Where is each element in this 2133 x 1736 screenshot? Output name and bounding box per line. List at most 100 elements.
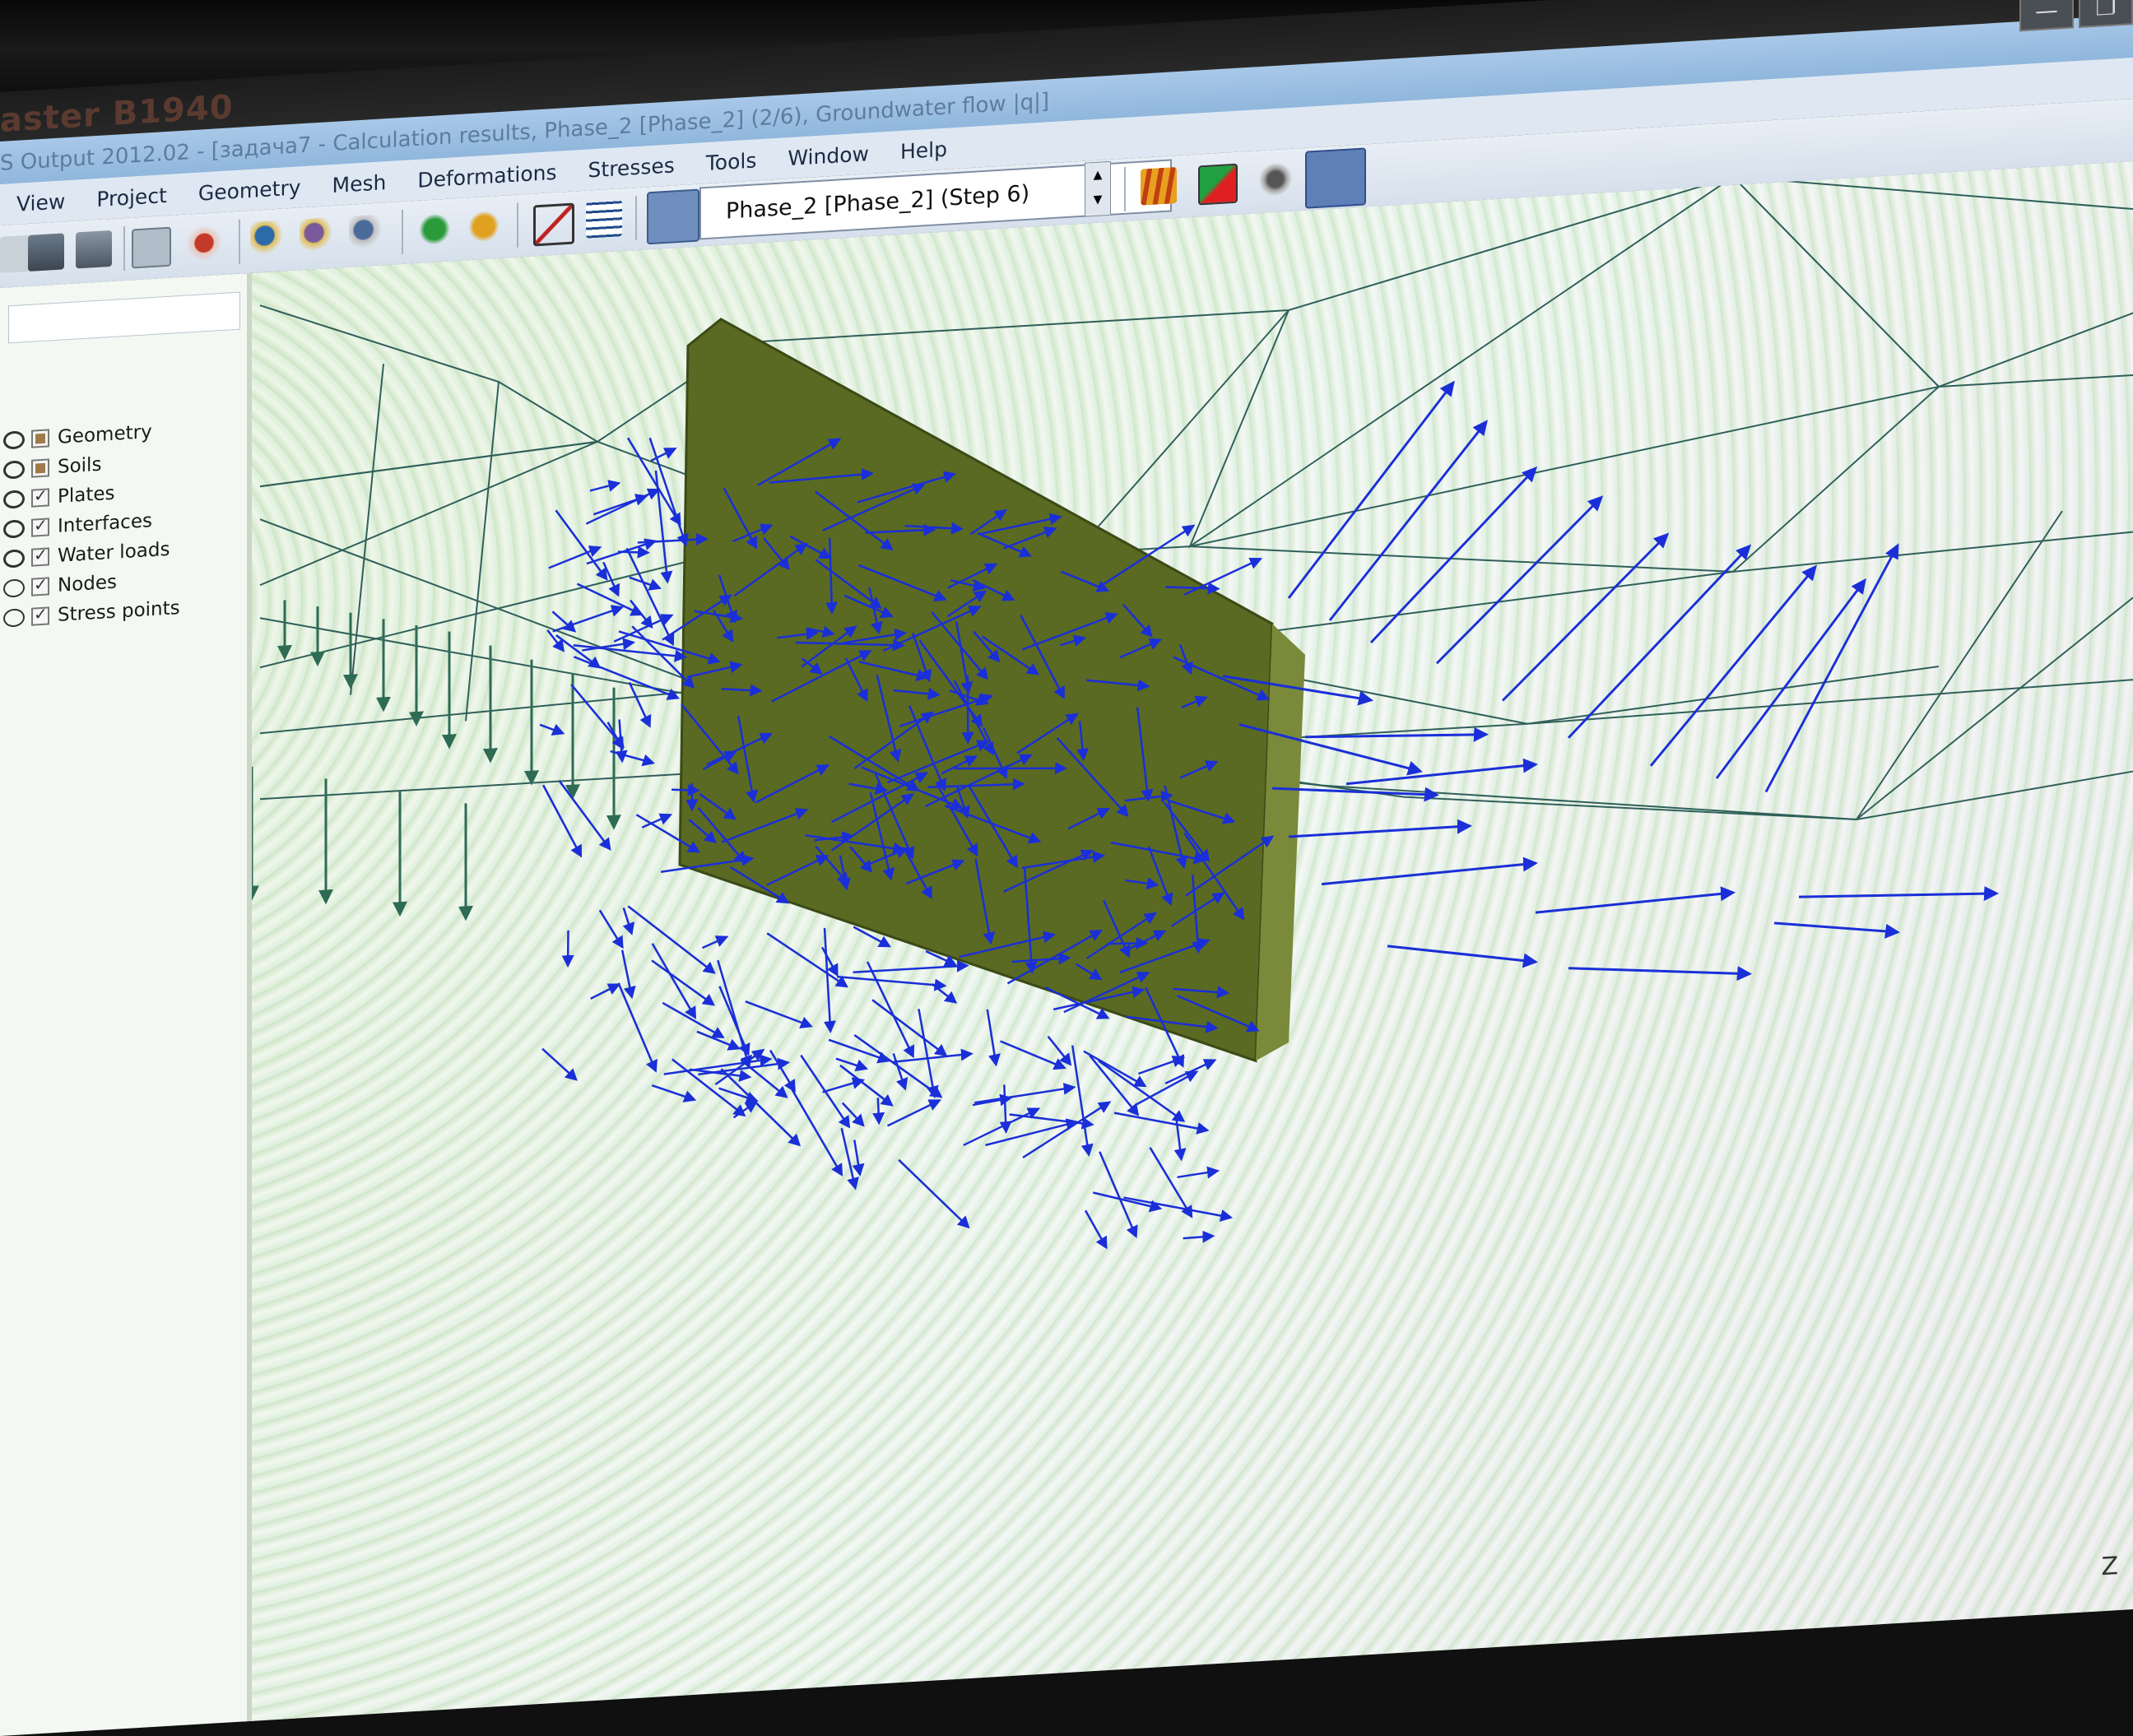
eye-hidden-icon[interactable] [3, 578, 25, 598]
flow-arrow [825, 928, 830, 1032]
flow-arrow [630, 576, 660, 590]
rotate-icon[interactable] [466, 207, 502, 246]
checkbox[interactable] [31, 518, 49, 536]
water-load-arrows [252, 581, 614, 931]
panel-search-field[interactable] [8, 292, 240, 344]
vectors-icon[interactable] [1305, 147, 1366, 208]
layer-label: Water loads [58, 539, 170, 567]
menu-tools[interactable]: Tools [701, 148, 762, 175]
flow-arrow [630, 599, 652, 629]
flow-arrow [854, 1140, 860, 1175]
flow-arrow [1124, 1191, 1231, 1224]
model-canvas[interactable] [252, 160, 2133, 1721]
eye-icon[interactable] [3, 490, 25, 509]
checkbox[interactable] [31, 547, 49, 566]
checkbox[interactable] [31, 488, 49, 507]
menu-deformations[interactable]: Deformations [412, 160, 561, 193]
flow-arrow [600, 909, 623, 949]
flow-arrow [1099, 1149, 1136, 1238]
toolbar-separator [123, 226, 125, 271]
scale-icon[interactable] [533, 203, 574, 247]
flow-arrow [549, 547, 600, 568]
flow-arrow [1138, 1058, 1183, 1074]
eye-icon[interactable] [3, 519, 25, 539]
flow-arrow [611, 749, 653, 765]
flow-arrow [542, 1047, 576, 1081]
flow-arrow [888, 1100, 940, 1126]
flow-arrow [1001, 1037, 1065, 1072]
axis-label: Z [2101, 1552, 2118, 1581]
flow-arrow [1093, 1189, 1160, 1213]
toolbar-separator [239, 220, 240, 264]
flow-arrow [918, 1008, 934, 1098]
zoom-out-icon[interactable] [300, 217, 336, 256]
flow-arrow [1084, 1047, 1146, 1089]
flow-arrow [842, 1127, 856, 1189]
flow-icon[interactable] [1257, 160, 1294, 199]
layer-label: Plates [58, 483, 115, 508]
flow-arrow [718, 959, 749, 1068]
flow-arrow [586, 490, 658, 523]
flow-arrow [823, 1080, 863, 1093]
eye-hidden-icon[interactable] [3, 608, 25, 628]
flow-arrow [1085, 1209, 1106, 1249]
checkbox[interactable] [31, 606, 49, 625]
print-icon[interactable] [28, 233, 64, 272]
flow-arrow [591, 985, 619, 999]
layer-label: Geometry [58, 421, 152, 448]
checkbox[interactable] [31, 429, 49, 448]
eye-icon[interactable] [3, 549, 25, 569]
zoom-window-icon[interactable] [349, 214, 385, 253]
table-icon[interactable] [586, 200, 622, 239]
menu-stresses[interactable]: Stresses [583, 152, 680, 182]
flow-arrow [1165, 1061, 1215, 1084]
zoom-in-icon[interactable] [250, 220, 286, 258]
toolbar-separator [402, 210, 403, 254]
chart-icon[interactable] [132, 227, 171, 269]
flow-arrow [1072, 1044, 1089, 1155]
flow-arrow [630, 681, 650, 727]
flow-arrow [552, 610, 574, 633]
eye-icon[interactable] [3, 460, 25, 480]
checkbox[interactable] [31, 577, 49, 596]
layer-label: Nodes [58, 572, 117, 596]
restore-button[interactable]: ❐ [2079, 0, 2133, 28]
menu-view[interactable]: View [12, 188, 70, 216]
flow-arrow [697, 1029, 739, 1051]
flow-arrow [618, 550, 648, 554]
eye-icon[interactable] [3, 430, 25, 450]
minimize-button[interactable]: — [2019, 0, 2074, 31]
arrows-icon[interactable] [647, 189, 699, 245]
flow-arrow [628, 901, 714, 977]
flow-arrow [560, 777, 611, 852]
flow-arrow [571, 681, 623, 750]
layer-label: Interfaces [58, 510, 152, 537]
flow-arrow [1090, 1052, 1138, 1117]
menu-mesh[interactable]: Mesh [328, 169, 392, 197]
flow-arrow [746, 997, 811, 1030]
flow-arrow [974, 1088, 1074, 1103]
menu-window[interactable]: Window [783, 141, 874, 170]
flow-arrow [703, 937, 727, 948]
layer-label: Soils [58, 454, 101, 478]
shadings-icon[interactable] [1141, 167, 1177, 206]
flow-arrow [988, 1009, 997, 1065]
print-preview-icon[interactable] [76, 230, 112, 269]
menu-project[interactable]: Project [91, 183, 172, 211]
menu-geometry[interactable]: Geometry [193, 174, 306, 205]
flow-arrow [622, 949, 632, 998]
pan-icon[interactable] [186, 224, 222, 262]
flow-arrow [1136, 1072, 1197, 1105]
contours-icon[interactable] [1198, 164, 1238, 206]
menu-help[interactable]: Help [895, 137, 952, 164]
flow-arrow [893, 1054, 971, 1062]
move-icon[interactable] [416, 210, 453, 248]
flow-arrow [652, 1083, 695, 1102]
phase-spinner[interactable]: ▲▼ [1085, 161, 1111, 217]
checkbox[interactable] [31, 458, 49, 477]
model-viewport[interactable]: Z [252, 160, 2133, 1721]
toolbar-separator [517, 203, 518, 248]
flow-arrow [1178, 1171, 1218, 1177]
layer-row-geometry[interactable]: Geometry [0, 417, 152, 456]
toolbar-separator [635, 196, 637, 240]
